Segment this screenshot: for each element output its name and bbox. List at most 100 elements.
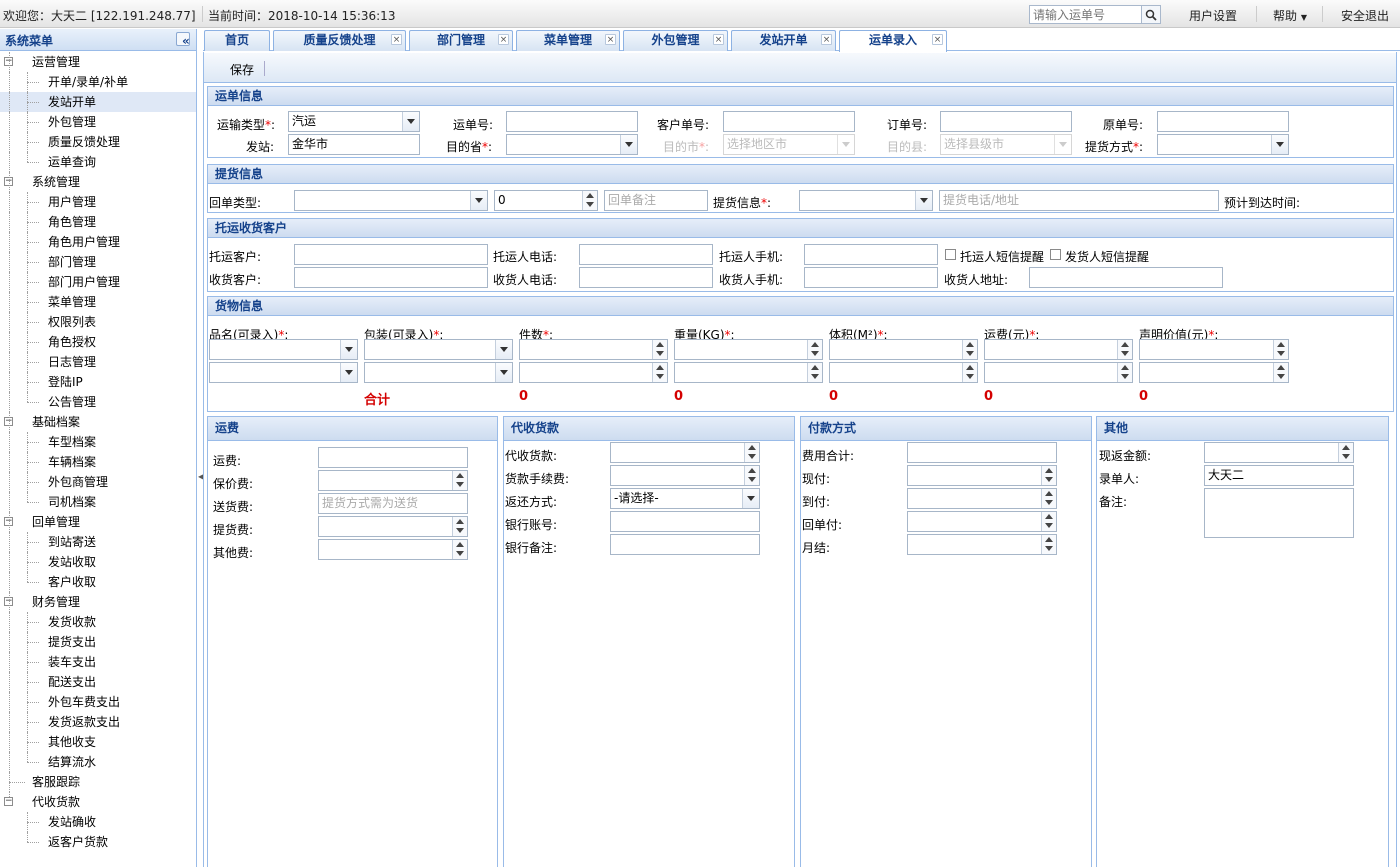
sidebar-item[interactable]: 客户收取	[0, 572, 196, 592]
pickup-mode-select[interactable]	[1157, 134, 1289, 155]
sidebar-item[interactable]: 提货支出	[0, 632, 196, 652]
monthly-stepper[interactable]	[907, 534, 1057, 555]
spinner-arrows-icon[interactable]	[1117, 363, 1132, 382]
tab[interactable]: 发站开单 ×	[731, 30, 836, 51]
origin-input[interactable]: 金华市	[288, 134, 420, 155]
consignee-mobile-input[interactable]	[804, 267, 938, 288]
spinner-arrows-icon[interactable]	[744, 466, 759, 485]
sidebar-group[interactable]: 回单管理 −	[0, 512, 196, 532]
spinner-arrows-icon[interactable]	[1273, 363, 1288, 382]
sidebar-item[interactable]: 发货收款	[0, 612, 196, 632]
creator-input[interactable]: 大天二	[1204, 465, 1354, 486]
goods-combo-input[interactable]	[364, 339, 513, 360]
spinner-arrows-icon[interactable]	[1338, 443, 1353, 462]
spinner-arrows-icon[interactable]	[744, 443, 759, 462]
tab[interactable]: 质量反馈处理 ×	[273, 30, 406, 51]
sidebar-item[interactable]: 角色授权	[0, 332, 196, 352]
sidebar-item[interactable]: 发站开单	[0, 92, 196, 112]
sidebar-item[interactable]: 用户管理	[0, 192, 196, 212]
pickup-contact-input[interactable]: 提货电话/地址	[939, 190, 1219, 211]
pay-now-stepper[interactable]	[907, 465, 1057, 486]
cod-amount-stepper[interactable]	[610, 442, 760, 463]
dest-county-select[interactable]: 选择县级市	[940, 134, 1072, 155]
sidebar-item[interactable]: 运单查询	[0, 152, 196, 172]
pickup-fee-stepper[interactable]	[318, 516, 468, 537]
return-type-select[interactable]	[294, 190, 488, 211]
sidebar-group[interactable]: 系统管理 −	[0, 172, 196, 192]
cod-fee-stepper[interactable]	[610, 465, 760, 486]
spinner-arrows-icon[interactable]	[452, 517, 467, 536]
goods-number-stepper[interactable]	[984, 339, 1133, 360]
spinner-arrows-icon[interactable]	[1041, 466, 1056, 485]
sidebar-item[interactable]: 外包管理	[0, 112, 196, 132]
tab[interactable]: 菜单管理 ×	[516, 30, 620, 51]
sidebar-group[interactable]: 代收货款 −	[0, 792, 196, 812]
spinner-arrows-icon[interactable]	[807, 363, 822, 382]
sidebar-item[interactable]: 司机档案	[0, 492, 196, 512]
goods-combo-input[interactable]	[364, 362, 513, 383]
dest-city-select[interactable]: 选择地区市	[723, 134, 855, 155]
sidebar-item[interactable]: 日志管理	[0, 352, 196, 372]
sidebar-item[interactable]: 结算流水	[0, 752, 196, 772]
fee-total-input[interactable]	[907, 442, 1057, 463]
sidebar-item[interactable]: 车型档案	[0, 432, 196, 452]
sidebar-group[interactable]: 客服跟踪	[0, 772, 196, 792]
transport-type-select[interactable]: 汽运	[288, 111, 420, 132]
sidebar-item[interactable]: 发站收取	[0, 552, 196, 572]
spinner-arrows-icon[interactable]	[652, 340, 667, 359]
sidebar-group[interactable]: 基础档案 −	[0, 412, 196, 432]
spinner-arrows-icon[interactable]	[1273, 340, 1288, 359]
spinner-arrows-icon[interactable]	[652, 363, 667, 382]
spinner-arrows-icon[interactable]	[962, 363, 977, 382]
sidebar-item[interactable]: 其他收支	[0, 732, 196, 752]
shipper-mobile-input[interactable]	[804, 244, 938, 265]
tab[interactable]: 运单录入 ×	[839, 30, 947, 52]
pickup-info-select[interactable]	[799, 190, 933, 211]
return-note-input[interactable]: 回单备注	[604, 190, 708, 211]
insurance-fee-stepper[interactable]	[318, 470, 468, 491]
sidebar-item[interactable]: 角色用户管理	[0, 232, 196, 252]
sidebar-item[interactable]: 登陆IP	[0, 372, 196, 392]
collapse-sidebar-button[interactable]: «	[176, 32, 190, 47]
pay-on-arrival-stepper[interactable]	[907, 488, 1057, 509]
goods-number-stepper[interactable]	[674, 362, 823, 383]
sidebar-item[interactable]: 外包商管理	[0, 472, 196, 492]
sidebar-item[interactable]: 公告管理	[0, 392, 196, 412]
spinner-arrows-icon[interactable]	[1041, 535, 1056, 554]
sidebar-group[interactable]: 运营管理 −	[0, 52, 196, 72]
goods-number-stepper[interactable]	[1139, 339, 1289, 360]
close-tab-icon[interactable]: ×	[605, 34, 616, 45]
sidebar-item[interactable]: 角色管理	[0, 212, 196, 232]
spinner-arrows-icon[interactable]	[452, 540, 467, 559]
sidebar-item[interactable]: 外包车费支出	[0, 692, 196, 712]
goods-combo-input[interactable]	[209, 362, 358, 383]
close-tab-icon[interactable]: ×	[821, 34, 832, 45]
close-tab-icon[interactable]: ×	[498, 34, 509, 45]
consignee-input[interactable]	[294, 267, 488, 288]
sidebar-item[interactable]: 部门管理	[0, 252, 196, 272]
goods-number-stepper[interactable]	[674, 339, 823, 360]
save-button[interactable]: 保存	[230, 61, 254, 78]
return-count-stepper[interactable]: 0	[494, 190, 598, 211]
goods-number-stepper[interactable]	[519, 339, 668, 360]
search-button[interactable]	[1141, 6, 1160, 23]
freight-fee-input[interactable]	[318, 447, 468, 468]
goods-number-stepper[interactable]	[1139, 362, 1289, 383]
sidebar-group[interactable]: 财务管理 −	[0, 592, 196, 612]
help-menu[interactable]: 帮助 ▼	[1273, 7, 1307, 24]
tab[interactable]: 部门管理 ×	[409, 30, 513, 51]
bank-account-input[interactable]	[610, 511, 760, 532]
goods-number-stepper[interactable]	[519, 362, 668, 383]
logout-link[interactable]: 安全退出	[1341, 7, 1389, 24]
spinner-arrows-icon[interactable]	[1041, 489, 1056, 508]
goods-number-stepper[interactable]	[984, 362, 1133, 383]
sidebar-item[interactable]: 质量反馈处理	[0, 132, 196, 152]
close-tab-icon[interactable]: ×	[391, 34, 402, 45]
spinner-arrows-icon[interactable]	[1117, 340, 1132, 359]
goods-number-stepper[interactable]	[829, 362, 978, 383]
remark-textarea[interactable]	[1204, 488, 1354, 538]
sidebar-item[interactable]: 权限列表	[0, 312, 196, 332]
other-fee-stepper[interactable]	[318, 539, 468, 560]
waybill-search-input[interactable]	[1030, 6, 1140, 23]
sidebar-item[interactable]: 配送支出	[0, 672, 196, 692]
